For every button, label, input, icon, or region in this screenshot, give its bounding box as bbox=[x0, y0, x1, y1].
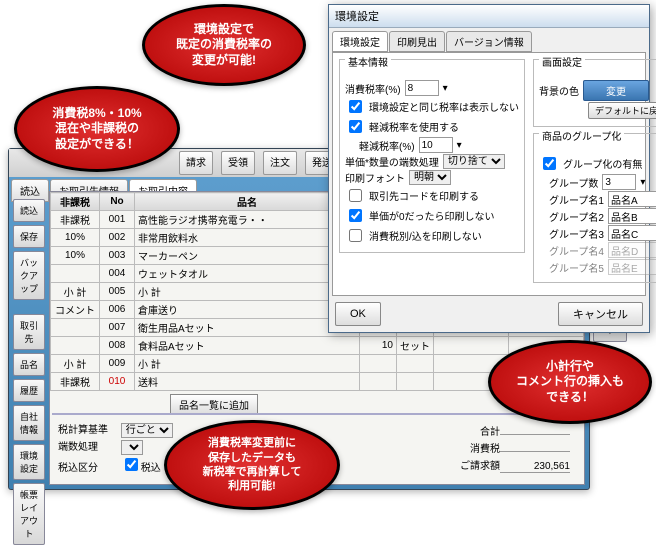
col-tax: 非課税 bbox=[51, 193, 100, 211]
btn-default[interactable]: デフォルトに戻す bbox=[588, 102, 656, 119]
l-total: 合計 bbox=[450, 423, 500, 438]
table-row[interactable]: 008食料品Aセット10セット85,000 bbox=[51, 337, 584, 355]
tb-order[interactable]: 注文 bbox=[263, 151, 297, 175]
fs-screen: 画面設定 背景の色変更 デフォルトに戻す bbox=[533, 59, 656, 127]
v-total bbox=[500, 434, 570, 435]
chk-zero[interactable] bbox=[349, 209, 362, 222]
lbtn-layout[interactable]: 帳票レイアウト bbox=[13, 483, 45, 545]
lbtn-env[interactable]: 環境設定 bbox=[13, 444, 45, 480]
lbtn-item[interactable]: 品名 bbox=[13, 353, 45, 376]
btn-ok[interactable]: OK bbox=[335, 302, 381, 326]
btn-cancel[interactable]: キャンセル bbox=[558, 302, 643, 326]
sel-round[interactable] bbox=[121, 440, 143, 455]
dlg-title: 環境設定 bbox=[329, 5, 649, 28]
chk-taxincl[interactable] bbox=[125, 458, 138, 471]
inp-g4 bbox=[608, 242, 656, 258]
lbtn-load[interactable]: 読込 bbox=[13, 199, 45, 222]
chk-taxexcl[interactable] bbox=[349, 229, 362, 242]
callout-4: 小計行や コメント行の挿入も できる！ bbox=[488, 340, 652, 424]
lbtn-backup[interactable]: バックアップ bbox=[13, 251, 45, 300]
v-bill: 230,561 bbox=[500, 461, 570, 473]
l-taxcalc: 税計算基準 bbox=[58, 421, 118, 436]
inp-ctax[interactable] bbox=[405, 80, 439, 96]
dtab-ver[interactable]: バージョン情報 bbox=[446, 31, 532, 52]
v-ctax bbox=[500, 451, 570, 452]
l-round: 端数処理 bbox=[58, 438, 118, 453]
inp-g5 bbox=[608, 259, 656, 275]
btn-change-color[interactable]: 変更 bbox=[583, 80, 649, 101]
fs-basic: 基本情報 消費税率(%)▾ 環境設定と同じ税率は表示しない 軽減税率を使用する … bbox=[339, 59, 525, 253]
sel-round[interactable]: 切り捨て bbox=[443, 154, 505, 169]
inp-g3[interactable] bbox=[608, 225, 656, 241]
spin-icon[interactable]: ▾ bbox=[640, 177, 645, 188]
sel-font[interactable]: 明朝 bbox=[409, 170, 451, 185]
lbtn-hist[interactable]: 履歴 bbox=[13, 379, 45, 402]
spin-icon[interactable]: ▾ bbox=[457, 140, 462, 151]
inp-g2[interactable] bbox=[608, 208, 656, 224]
fs-group: 商品のグループ化 グループ化の有無 グループ数▾ グループ名1 グループ名2 グ… bbox=[533, 133, 656, 283]
inp-reduced[interactable] bbox=[419, 137, 453, 153]
lbtn-save[interactable]: 保存 bbox=[13, 225, 45, 248]
callout-2: 消費税8%・10% 混在や非課税の 設定ができる！ bbox=[14, 86, 180, 172]
chk-same[interactable] bbox=[349, 100, 362, 113]
tb-receive[interactable]: 受領 bbox=[221, 151, 255, 175]
chk-code[interactable] bbox=[349, 189, 362, 202]
add-to-itemlist-button[interactable]: 品名一覧に追加 bbox=[170, 394, 258, 415]
l-bill: ご請求額 bbox=[450, 457, 500, 472]
dtab-print[interactable]: 印刷見出 bbox=[389, 31, 445, 52]
chk-grp[interactable] bbox=[543, 157, 556, 170]
col-no: No bbox=[100, 193, 135, 211]
left-buttons: 読込 保存 バックアップ 取引先 品名 履歴 自社情報 環境設定 帳票レイアウト bbox=[13, 199, 45, 545]
sel-taxcalc[interactable]: 行ごと bbox=[121, 423, 173, 438]
lbtn-client[interactable]: 取引先 bbox=[13, 314, 45, 350]
env-settings-dialog: 環境設定 環境設定 印刷見出 バージョン情報 基本情報 消費税率(%)▾ 環境設… bbox=[328, 4, 650, 333]
tb-bill[interactable]: 請求 bbox=[179, 151, 213, 175]
spin-icon[interactable]: ▾ bbox=[443, 83, 448, 94]
col-name: 品名 bbox=[135, 193, 360, 211]
chk-reduced[interactable] bbox=[349, 120, 362, 133]
l-taxkbn: 税込区分 bbox=[58, 459, 118, 474]
callout-3: 消費税率変更前に 保存したデータも 新税率で再計算して 利用可能! bbox=[164, 420, 340, 510]
inp-g1[interactable] bbox=[608, 191, 656, 207]
inp-grpn[interactable] bbox=[602, 174, 636, 190]
lbtn-company[interactable]: 自社情報 bbox=[13, 405, 45, 441]
l-ctax: 消費税 bbox=[450, 440, 500, 455]
dtab-env[interactable]: 環境設定 bbox=[332, 31, 388, 52]
callout-1: 環境設定で 既定の消費税率の 変更が可能! bbox=[142, 4, 306, 86]
